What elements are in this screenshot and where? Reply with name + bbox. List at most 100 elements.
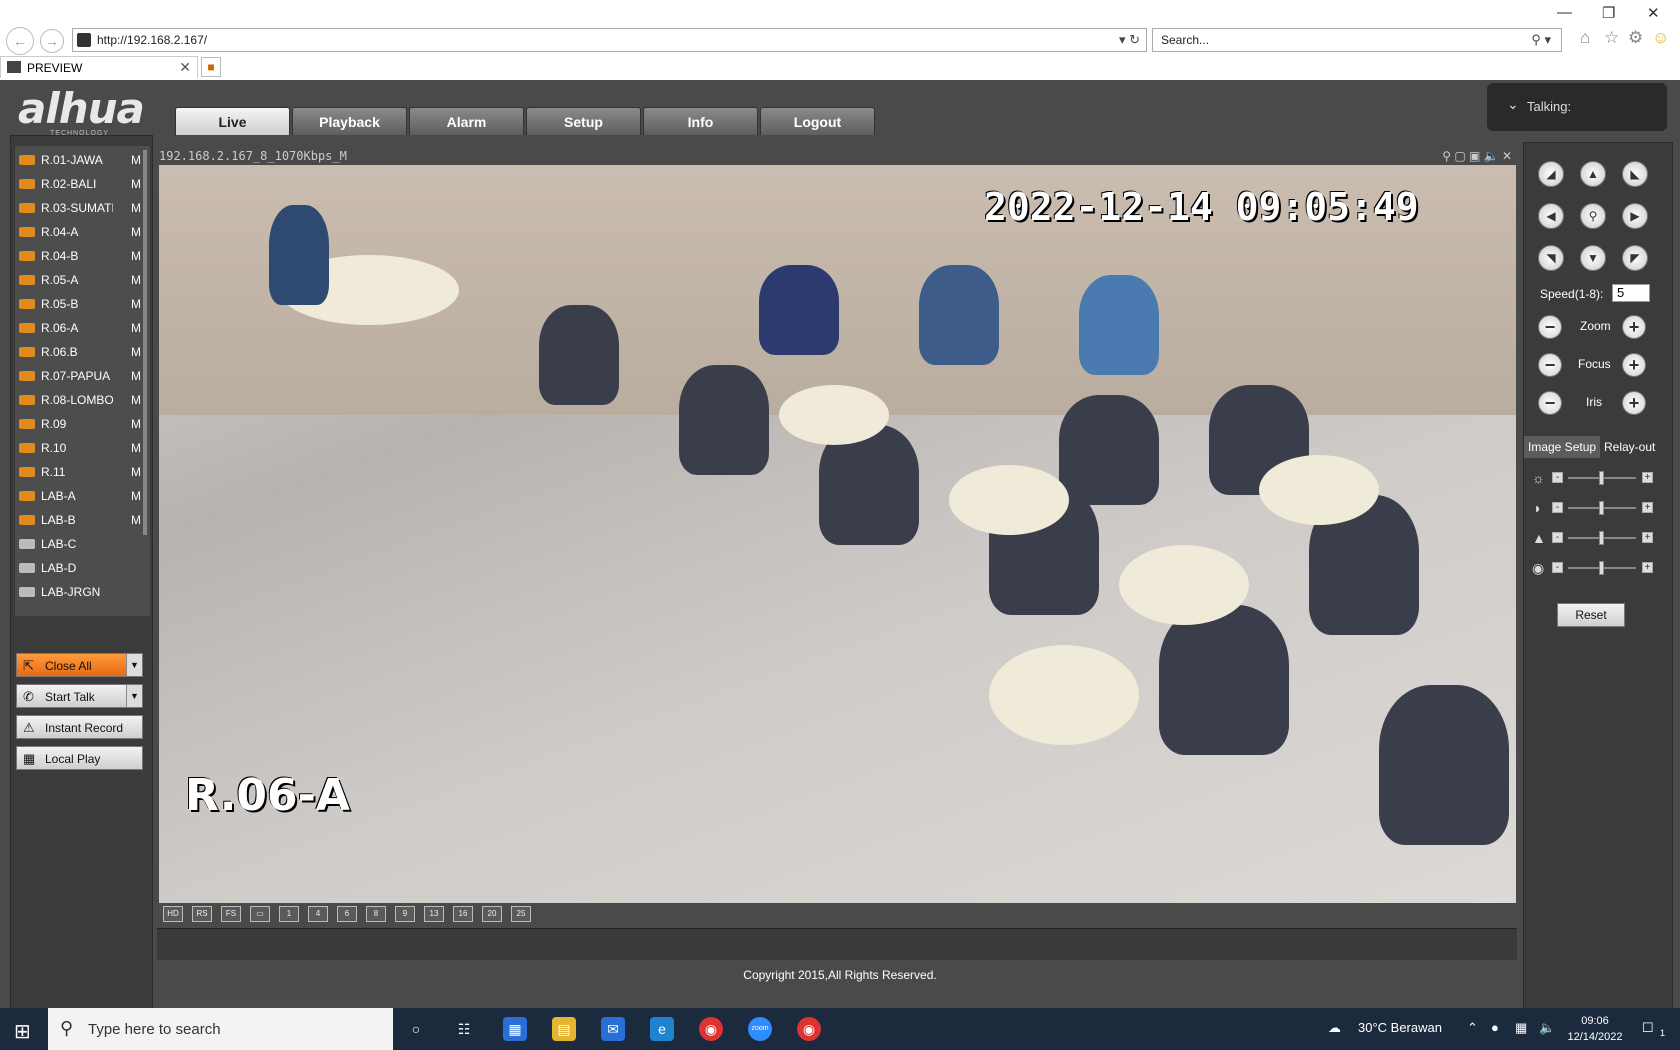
tab-image-setup[interactable]: Image Setup bbox=[1524, 436, 1601, 458]
device-item[interactable]: R.10 M bbox=[19, 438, 149, 458]
layout-button[interactable]: 4 bbox=[308, 906, 328, 922]
speed-select[interactable]: 5 bbox=[1612, 284, 1650, 302]
weather-icon[interactable]: ☁ bbox=[1328, 1020, 1341, 1036]
zoom-in-button[interactable]: + bbox=[1622, 315, 1646, 339]
chrome-icon[interactable]: ◉ bbox=[797, 1017, 821, 1041]
brightness-minus[interactable]: - bbox=[1552, 472, 1563, 483]
chevron-down-icon[interactable]: ⌄ bbox=[1507, 96, 1519, 113]
minimize-icon[interactable]: — bbox=[1557, 4, 1572, 21]
device-item[interactable]: R.03-SUMATERAM bbox=[19, 198, 149, 218]
favorites-icon[interactable]: ☆ bbox=[1604, 28, 1619, 48]
network-icon[interactable]: ▦ bbox=[1515, 1020, 1527, 1036]
layout-button[interactable]: 6 bbox=[337, 906, 357, 922]
device-item[interactable]: LAB-B M bbox=[19, 510, 149, 530]
layout-button[interactable]: 8 bbox=[366, 906, 386, 922]
forward-button[interactable]: → bbox=[40, 29, 64, 53]
store-icon[interactable]: ▦ bbox=[503, 1017, 527, 1041]
ptz-auto-icon[interactable]: ⚲ bbox=[1580, 203, 1606, 229]
device-item[interactable]: LAB-C bbox=[19, 534, 149, 554]
ptz-up-button[interactable]: ▲ bbox=[1580, 161, 1606, 187]
device-item[interactable]: R.05-A M bbox=[19, 270, 149, 290]
file-explorer-icon[interactable]: ▤ bbox=[552, 1017, 576, 1041]
nav-info[interactable]: Info bbox=[643, 107, 758, 135]
start-talk-button[interactable]: ✆ Start Talk ▼ bbox=[16, 684, 143, 708]
nav-setup[interactable]: Setup bbox=[526, 107, 641, 135]
focus-out-button[interactable]: − bbox=[1538, 353, 1562, 377]
notification-icon[interactable]: ☐ bbox=[1642, 1020, 1654, 1036]
slider-thumb[interactable] bbox=[1599, 501, 1604, 515]
chrome-icon[interactable]: ◉ bbox=[699, 1017, 723, 1041]
device-item[interactable]: R.09 M bbox=[19, 414, 149, 434]
layout-button[interactable]: 20 bbox=[482, 906, 502, 922]
layout-button[interactable]: RS bbox=[192, 906, 212, 922]
layout-button[interactable]: ▭ bbox=[250, 906, 270, 922]
address-bar[interactable]: http://192.168.2.167/ ▾ ↻ bbox=[72, 28, 1147, 52]
new-tab-button[interactable]: ■ bbox=[201, 57, 221, 77]
chevron-down-icon[interactable]: ▼ bbox=[126, 654, 142, 676]
saturation-plus[interactable]: + bbox=[1642, 532, 1653, 543]
hue-minus[interactable]: - bbox=[1552, 562, 1563, 573]
windows-start-icon[interactable]: ⊞ bbox=[14, 1019, 31, 1044]
contrast-minus[interactable]: - bbox=[1552, 502, 1563, 513]
device-item[interactable]: LAB-JRGN bbox=[19, 582, 149, 602]
gear-icon[interactable]: ⚙ bbox=[1628, 28, 1643, 48]
chevron-up-icon[interactable]: ⌃ bbox=[1467, 1020, 1478, 1036]
talking-panel[interactable]: ⌄ Talking: bbox=[1487, 83, 1667, 131]
back-button[interactable]: ← bbox=[6, 27, 34, 55]
brightness-slider[interactable]: ☼ - + bbox=[1524, 468, 1674, 488]
browser-search-input[interactable]: Search... ⚲ ▾ bbox=[1152, 28, 1562, 52]
ptz-right-button[interactable]: ▶ bbox=[1622, 203, 1648, 229]
task-view-icon[interactable]: ☷ bbox=[452, 1017, 476, 1041]
refresh-icon[interactable]: ▾ ↻ bbox=[1119, 32, 1140, 48]
nav-alarm[interactable]: Alarm bbox=[409, 107, 524, 135]
layout-button[interactable]: 1 bbox=[279, 906, 299, 922]
ptz-down-left-button[interactable]: ◥ bbox=[1538, 245, 1564, 271]
device-item[interactable]: LAB-D bbox=[19, 558, 149, 578]
device-item[interactable]: R.01-JAWA M bbox=[19, 150, 149, 170]
hue-plus[interactable]: + bbox=[1642, 562, 1653, 573]
device-item[interactable]: R.07-PAPUA M bbox=[19, 366, 149, 386]
nav-logout[interactable]: Logout bbox=[760, 107, 875, 135]
reset-button[interactable]: Reset bbox=[1557, 603, 1625, 627]
zoom-icon[interactable]: zoom bbox=[748, 1017, 772, 1041]
contrast-plus[interactable]: + bbox=[1642, 502, 1653, 513]
tab-close-icon[interactable]: ✕ bbox=[179, 59, 191, 76]
device-item[interactable]: R.05-B M bbox=[19, 294, 149, 314]
taskbar-clock[interactable]: 09:06 12/14/2022 bbox=[1560, 1013, 1630, 1045]
contrast-slider[interactable]: ◑ - + bbox=[1524, 498, 1674, 518]
ptz-left-button[interactable]: ◀ bbox=[1538, 203, 1564, 229]
internet-explorer-icon[interactable]: e bbox=[650, 1017, 674, 1041]
brightness-plus[interactable]: + bbox=[1642, 472, 1653, 483]
device-item[interactable]: LAB-A M bbox=[19, 486, 149, 506]
device-item[interactable]: R.02-BALI M bbox=[19, 174, 149, 194]
local-play-button[interactable]: ▦ Local Play bbox=[16, 746, 143, 770]
iris-open-button[interactable]: + bbox=[1622, 391, 1646, 415]
saturation-slider[interactable]: ▲ - + bbox=[1524, 528, 1674, 548]
volume-icon[interactable]: 🔈 bbox=[1539, 1020, 1555, 1036]
layout-button[interactable]: 16 bbox=[453, 906, 473, 922]
layout-button[interactable]: FS bbox=[221, 906, 241, 922]
saturation-minus[interactable]: - bbox=[1552, 532, 1563, 543]
device-item[interactable]: R.11 M bbox=[19, 462, 149, 482]
ptz-up-right-button[interactable]: ◣ bbox=[1622, 161, 1648, 187]
microphone-icon[interactable]: ● bbox=[1491, 1020, 1499, 1035]
layout-button[interactable]: 9 bbox=[395, 906, 415, 922]
zoom-out-button[interactable]: − bbox=[1538, 315, 1562, 339]
ptz-up-left-button[interactable]: ◢ bbox=[1538, 161, 1564, 187]
chevron-down-icon[interactable]: ▼ bbox=[126, 685, 142, 707]
instant-record-button[interactable]: ⚠ Instant Record bbox=[16, 715, 143, 739]
focus-in-button[interactable]: + bbox=[1622, 353, 1646, 377]
cortana-icon[interactable]: ○ bbox=[404, 1017, 428, 1041]
mail-icon[interactable]: ✉ bbox=[601, 1017, 625, 1041]
device-item[interactable]: R.04-A M bbox=[19, 222, 149, 242]
ptz-down-button[interactable]: ▼ bbox=[1580, 245, 1606, 271]
ptz-down-right-button[interactable]: ◤ bbox=[1622, 245, 1648, 271]
camera-feed[interactable]: 2022-12-14 09:05:49 R.06-A bbox=[159, 165, 1516, 903]
home-icon[interactable]: ⌂ bbox=[1580, 28, 1590, 48]
device-item[interactable]: R.08-LOMBOKM bbox=[19, 390, 149, 410]
device-list-scrollbar[interactable] bbox=[143, 150, 147, 535]
layout-button[interactable]: HD bbox=[163, 906, 183, 922]
search-icon[interactable]: ⚲ ▾ bbox=[1531, 32, 1551, 48]
device-item[interactable]: R.04-B M bbox=[19, 246, 149, 266]
slider-thumb[interactable] bbox=[1599, 561, 1604, 575]
